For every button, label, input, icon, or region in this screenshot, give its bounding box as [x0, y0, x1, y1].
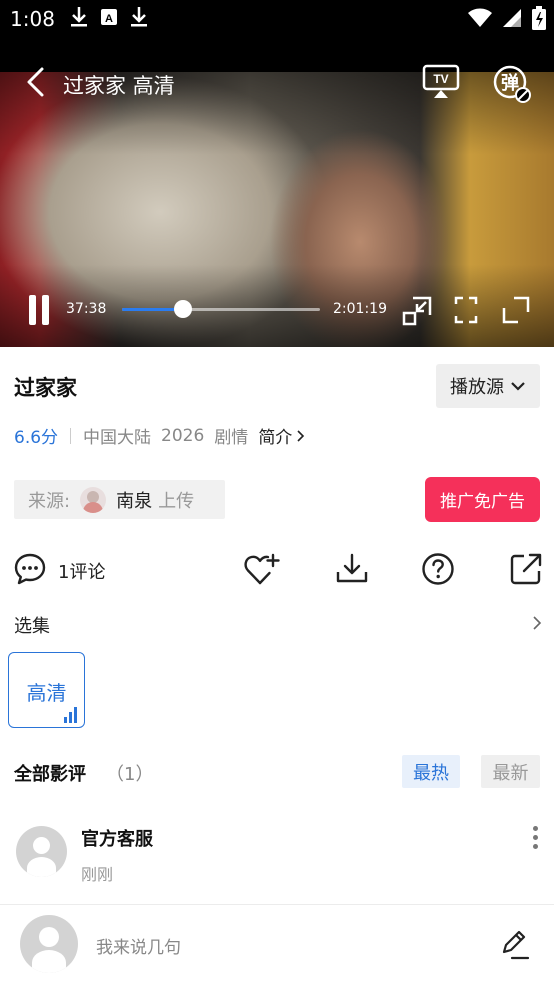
reviews-count: （1） — [106, 764, 154, 785]
region: 中国大陆 — [83, 428, 152, 448]
movie-meta: 6.6分 中国大陆 2026 剧情 简介 — [14, 423, 306, 448]
picture-in-picture-icon[interactable] — [402, 296, 432, 326]
source-label: 来源: — [28, 490, 71, 512]
play-source-label: 播放源 — [450, 377, 504, 398]
video-header: 过家家 高清 TV 弹 — [0, 56, 554, 112]
signal-icon — [503, 9, 521, 27]
seek-thumb[interactable] — [174, 300, 193, 318]
playing-bars-icon — [64, 707, 77, 723]
tab-hottest[interactable]: 最热 — [402, 755, 460, 788]
download-icon — [71, 7, 87, 27]
comment-icon[interactable] — [13, 552, 47, 586]
play-source-button[interactable]: 播放源 — [436, 364, 540, 408]
comment-count[interactable]: 1评论 — [58, 558, 105, 584]
avatar[interactable] — [16, 826, 67, 877]
comment-time: 刚刚 — [81, 865, 114, 884]
my-avatar — [20, 915, 78, 973]
tab-newest[interactable]: 最新 — [481, 755, 540, 788]
seek-bar[interactable] — [122, 300, 320, 318]
chevron-right-icon[interactable] — [296, 429, 306, 443]
wifi-icon — [468, 8, 492, 27]
action-bar: 1评论 — [0, 548, 554, 592]
system-icons — [468, 6, 546, 30]
pause-icon[interactable] — [26, 295, 52, 325]
download-icon — [131, 7, 147, 27]
back-arrow-icon[interactable] — [24, 66, 46, 98]
score: 6.6分 — [14, 428, 59, 448]
reviews-title: 全部影评 — [14, 764, 86, 785]
danmaku-off-icon[interactable]: 弹 — [492, 64, 532, 104]
duration: 2:01:19 — [333, 301, 387, 317]
status-bar: 1:08 A — [0, 0, 554, 38]
app-notification-icon: A — [101, 9, 117, 25]
more-options-icon[interactable] — [533, 826, 539, 850]
notification-icons: A — [70, 6, 148, 28]
download-icon[interactable] — [335, 552, 369, 586]
screenshot-icon[interactable] — [454, 296, 478, 324]
year: 2026 — [161, 425, 205, 446]
comment-input-bar: 我来说几句 — [0, 904, 554, 984]
movie-title: 过家家 — [14, 376, 77, 400]
chevron-down-icon — [511, 382, 525, 391]
intro-link[interactable]: 简介 — [258, 423, 292, 448]
uploader-box[interactable]: 来源: 南泉 上传 — [14, 480, 225, 519]
current-time: 37:38 — [66, 301, 107, 317]
tv-label: TV — [433, 72, 448, 86]
fullscreen-icon[interactable] — [502, 296, 530, 324]
episode-item-hd[interactable]: 高清 — [8, 652, 85, 728]
chevron-right-icon[interactable] — [532, 615, 542, 631]
genre: 剧情 — [214, 428, 249, 448]
tv-cast-icon[interactable]: TV — [422, 64, 460, 100]
uploader-avatar — [80, 486, 107, 513]
upload-suffix: 上传 — [158, 490, 195, 512]
uploader-name: 南泉 — [116, 490, 153, 512]
playback-controls: 37:38 2:01:19 — [0, 288, 554, 332]
favorite-add-icon[interactable] — [244, 552, 280, 586]
svg-text:A: A — [105, 13, 113, 25]
episode-label: 高清 — [26, 681, 67, 705]
edit-pen-icon[interactable] — [498, 927, 530, 961]
commenter-name[interactable]: 官方客服 — [81, 825, 153, 851]
promote-no-ads-button[interactable]: 推广免广告 — [425, 477, 540, 522]
episodes-label: 选集 — [14, 616, 50, 637]
status-time: 1:08 — [10, 7, 55, 31]
help-icon[interactable] — [421, 552, 455, 586]
comment-input[interactable]: 我来说几句 — [96, 933, 181, 958]
video-title: 过家家 高清 — [63, 74, 175, 98]
share-icon[interactable] — [509, 552, 543, 586]
battery-icon — [532, 6, 546, 30]
